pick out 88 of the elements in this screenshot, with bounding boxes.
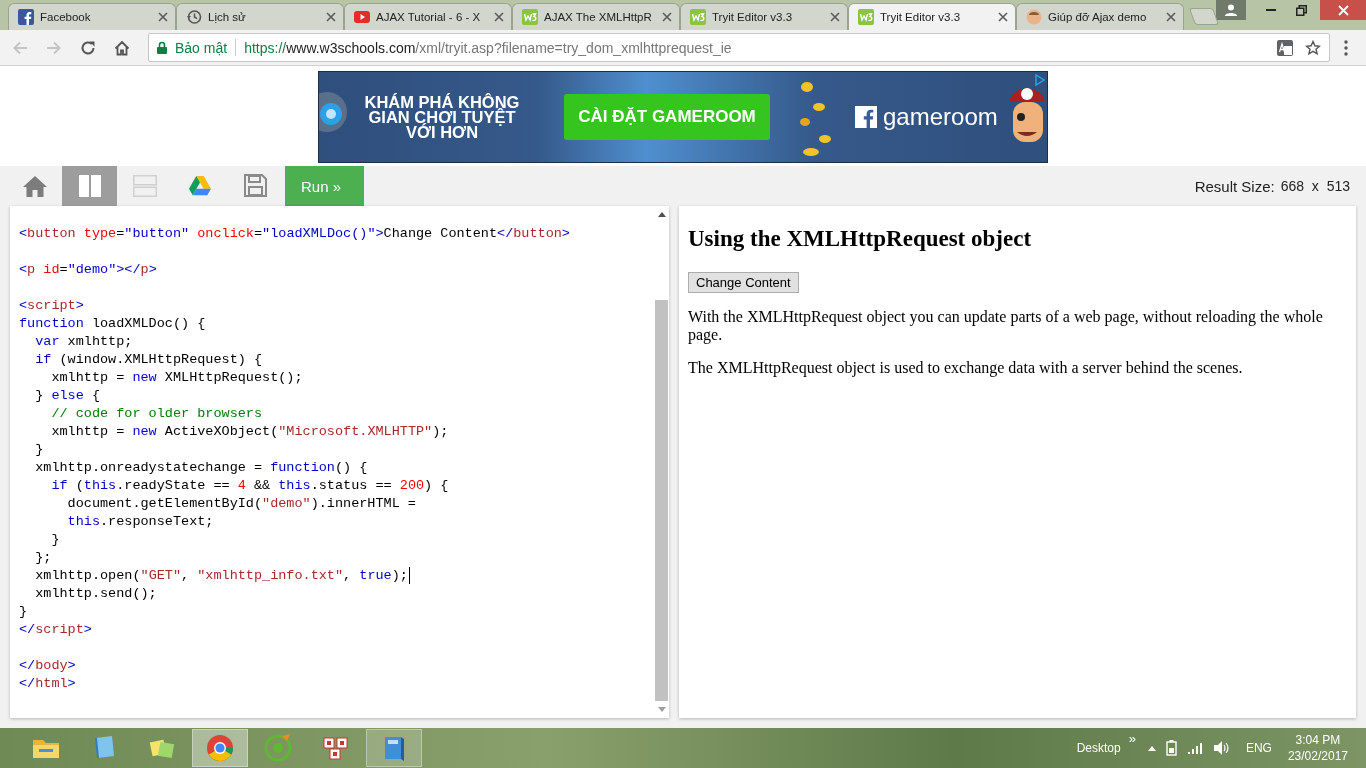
minimize-icon [1266, 9, 1276, 11]
ad-headline: KHÁM PHÁ KHÔNG GIAN CHƠI TUYỆT VỚI HƠN [363, 94, 521, 140]
two-columns-icon [78, 175, 101, 197]
code-line: this.responseText; [66, 513, 214, 531]
circle-logo-icon [262, 732, 294, 764]
result-paragraph: With the XMLHttpRequest object you can update parts of a web page, without reloading the whole page. [688, 308, 1324, 344]
code-line: } [19, 603, 28, 621]
browser-tab[interactable]: AJAX The XMLHttpR [512, 3, 680, 30]
code-line: xmlhttp.open("GET", "xmlhttp_info.txt", true); [34, 567, 408, 585]
code-line: <script> [19, 297, 84, 315]
desktop-toolbar-label[interactable]: Desktop [1076, 741, 1121, 755]
w3-logo-icon [690, 9, 706, 25]
facebook-logo-icon [855, 106, 877, 128]
browser-tab[interactable]: Giúp đỡ Ajax demo [1016, 3, 1184, 30]
triangle-logo-icon [188, 176, 211, 196]
address-bar[interactable]: Bảo mật https://www.w3schools.com/xml/tryit.asp?filename=try_dom_xmlhttprequest_ie [148, 33, 1330, 62]
browser-tab[interactable]: Tryit Editor v3.3 [680, 3, 848, 30]
taskbar-app-button[interactable] [192, 729, 248, 767]
chrome-logo-icon [204, 732, 236, 764]
code-line: } [34, 441, 44, 459]
url-text: https://www.w3schools.com/xml/tryit.asp?filename=try_dom_xmlhttprequest_ie [244, 39, 733, 56]
close-icon[interactable] [158, 12, 168, 22]
result-heading: Using the XMLHttpRequest object [688, 226, 1033, 252]
translate-icon[interactable] [1277, 39, 1293, 56]
brand-name: gameroom [883, 103, 998, 131]
scrollbar[interactable] [654, 206, 669, 718]
browser-tab[interactable]: Facebook [8, 3, 176, 30]
code-line: </body> [19, 657, 76, 675]
close-icon[interactable] [998, 12, 1008, 22]
star-icon[interactable] [1305, 39, 1321, 56]
history-clock-icon [186, 9, 202, 25]
code-line: }; [34, 549, 52, 567]
signal-bars-icon[interactable] [1187, 742, 1204, 754]
w3-logo-icon [858, 9, 874, 25]
browser-tab[interactable]: Lịch sử [176, 3, 344, 30]
close-icon [1337, 4, 1349, 16]
close-icon[interactable] [1166, 12, 1176, 22]
close-icon[interactable] [830, 12, 840, 22]
browser-tab[interactable]: AJAX Tutorial - 6 - X [344, 3, 512, 30]
code-line: var xmlhttp; [34, 333, 133, 351]
user-button[interactable] [1216, 0, 1246, 20]
code-line: </html> [19, 675, 76, 693]
expand-toolbar-button[interactable]: » [1128, 731, 1136, 746]
security-label: Bảo mật [175, 39, 228, 56]
restore-icon [1295, 4, 1307, 16]
two-columns-button[interactable] [62, 166, 117, 206]
ad-choices-icon[interactable] [1033, 74, 1045, 86]
result-size-label: Result Size: [1194, 177, 1275, 195]
close-icon[interactable] [494, 12, 504, 22]
result-size-value: 668 x 513 [1280, 178, 1350, 194]
ad-banner[interactable]: KHÁM PHÁ KHÔNG GIAN CHƠI TUYỆT VỚI HƠN CÀI ĐẶT GAMEROOM gameroom [318, 71, 1048, 163]
code-line: xmlhttp = new ActiveXObject("Microsoft.XMLHTTP"); [50, 423, 449, 441]
code-line: if (window.XMLHttpRequest) { [34, 351, 263, 369]
change-content-button[interactable]: Change Content [688, 272, 799, 293]
code-line: if (this.readyState == 4 && this.status == 200) { [50, 477, 449, 495]
code-line: xmlhttp.onreadystatechange = function() { [34, 459, 368, 477]
home-icon [21, 175, 48, 197]
code-line: xmlhttp = new XMLHttpRequest(); [50, 369, 303, 387]
taskbar-app-button[interactable] [366, 729, 422, 767]
code-line: xmlhttp.send(); [34, 585, 157, 603]
video-play-icon [354, 9, 370, 25]
code-line: document.getElementById("demo").innerHTML = [66, 495, 416, 513]
facebook-logo-icon [18, 9, 34, 25]
result-paragraph: The XMLHttpRequest object is used to exchange data with a server behind the scenes. [688, 359, 1244, 377]
code-line: <p id="demo"></p> [19, 261, 157, 279]
close-window-button[interactable] [1320, 0, 1366, 20]
avatar-icon [1026, 9, 1042, 25]
code-line: } else { [34, 387, 100, 405]
show-hidden-icons-icon[interactable] [1147, 745, 1156, 751]
code-editor[interactable] [10, 206, 669, 718]
home-icon[interactable] [114, 39, 130, 56]
padlock-icon [157, 41, 167, 54]
two-rows-icon [132, 175, 157, 197]
close-icon[interactable] [326, 12, 336, 22]
battery-icon[interactable] [1165, 740, 1178, 756]
language-indicator[interactable]: ENG [1245, 741, 1272, 755]
speaker-icon[interactable] [1213, 741, 1230, 755]
person-icon [1225, 4, 1237, 16]
menu-icon[interactable] [1344, 39, 1348, 56]
w3-logo-icon [522, 9, 538, 25]
close-icon[interactable] [662, 12, 672, 22]
code-line: </script> [19, 621, 92, 639]
reload-icon[interactable] [80, 39, 96, 56]
browser-tab[interactable]: Tryit Editor v3.3 [848, 3, 1016, 30]
code-line: function loadXMLDoc() { [19, 315, 206, 333]
code-line: } [50, 531, 60, 549]
code-line: // code for older browsers [50, 405, 263, 423]
code-line: <button type="button" onclick="loadXMLDoc()">Change Content</button> [19, 225, 570, 243]
